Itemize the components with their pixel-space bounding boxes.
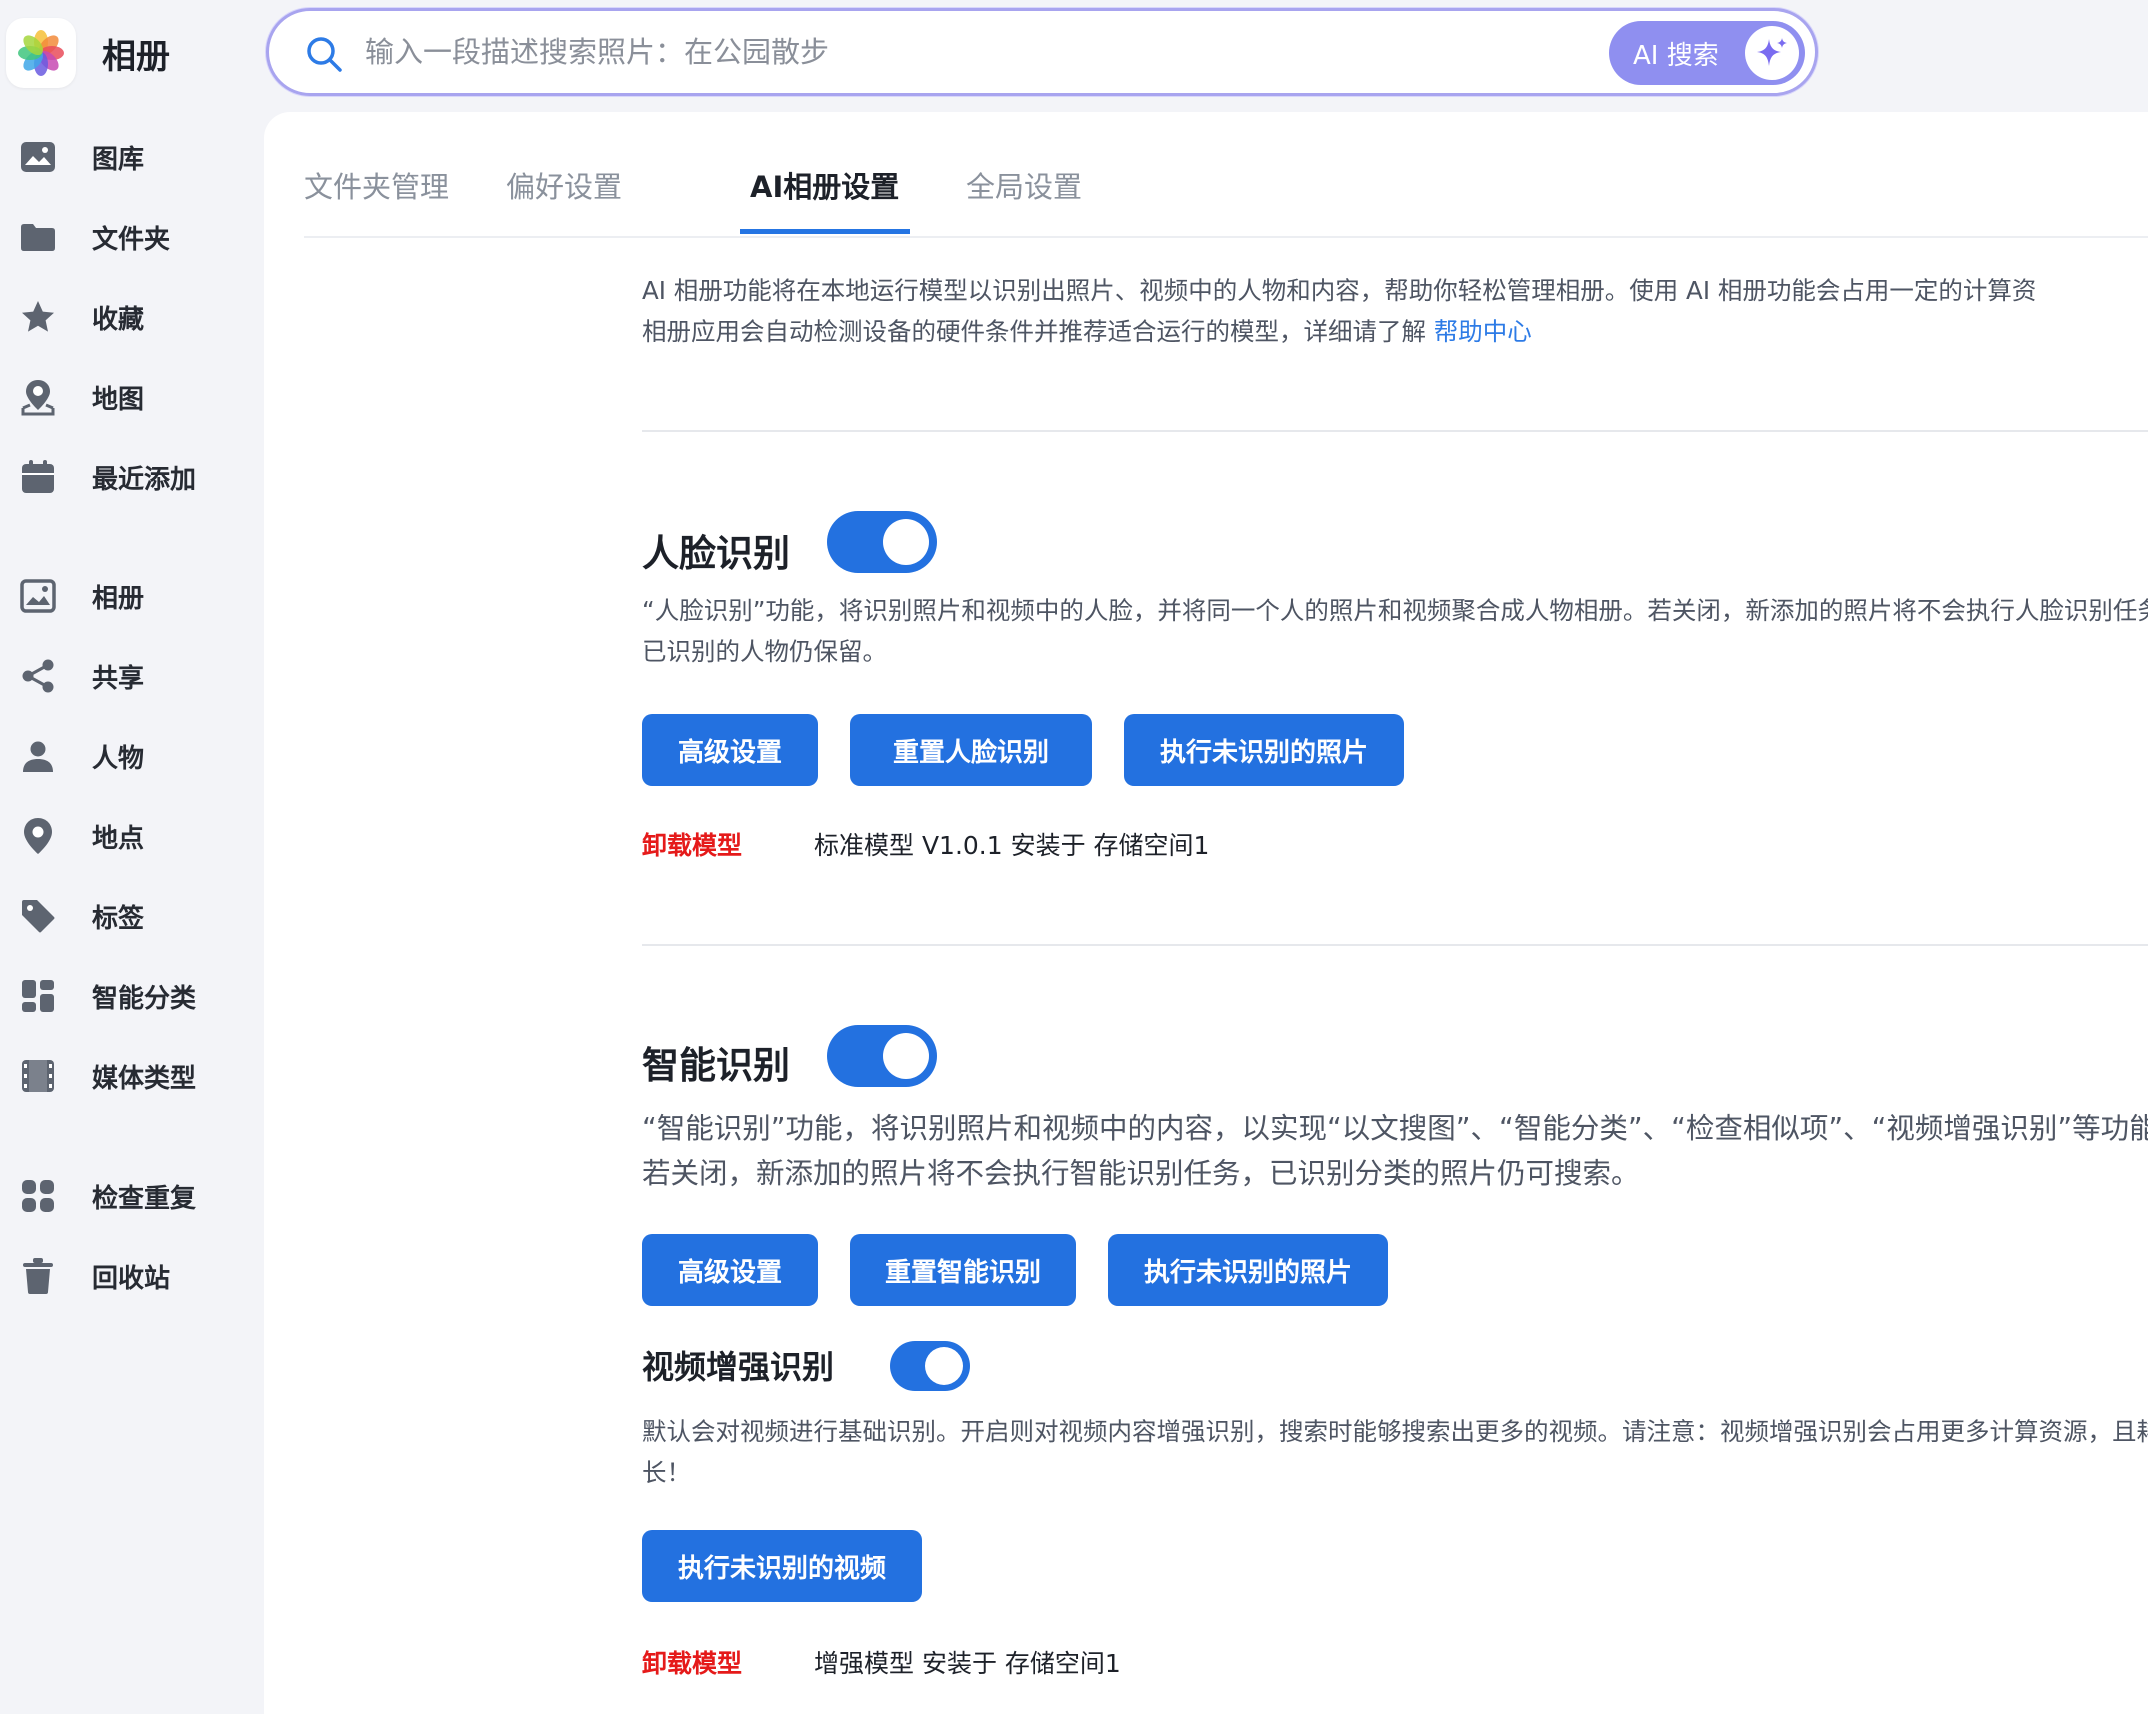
active-tab-indicator [740,229,910,234]
film-icon [18,1056,58,1096]
sidebar-item-duplicates[interactable]: 检查重复 [18,1166,248,1226]
sidebar-item-label: 文件夹 [92,224,171,255]
album-icon [18,576,58,616]
sidebar-item-trash[interactable]: 回收站 [18,1246,248,1306]
smart-recognition-toggle[interactable] [827,1025,937,1087]
duplicate-icon [18,1176,58,1216]
sidebar-item-label: 最近添加 [92,464,197,495]
video-unload-model-link[interactable]: 卸载模型 [642,1649,742,1678]
folder-icon [18,217,58,257]
sidebar-item-gallery[interactable]: 图库 [18,127,248,187]
tab-preferences[interactable]: 偏好设置 [506,164,622,234]
sidebar-item-label: 地图 [92,384,145,415]
section-divider [642,430,2148,432]
sidebar-item-people[interactable]: 人物 [18,726,248,786]
face-recognition-title: 人脸识别 [642,532,790,575]
sidebar-item-tags[interactable]: 标签 [18,886,248,946]
tab-global-settings[interactable]: 全局设置 [966,164,1082,234]
search-input[interactable] [365,25,1565,79]
run-unrecognized-videos-button[interactable]: 执行未识别的视频 [642,1530,922,1602]
sidebar-item-share[interactable]: 共享 [18,646,248,706]
trash-icon [18,1256,58,1296]
grid-icon [18,976,58,1016]
face-model-row: 卸载模型 标准模型 V1.0.1 安装于 存储空间1 [642,826,1209,862]
person-icon [18,736,58,776]
sidebar-item-smart-category[interactable]: 智能分类 [18,966,248,1026]
smart-recognition-title: 智能识别 [642,1044,790,1087]
search-bar: AI 搜索 [266,8,1818,96]
location-pin-icon [18,816,58,856]
video-enhanced-title: 视频增强识别 [642,1348,835,1386]
tab-ai-album-settings[interactable]: AI相册设置 [750,164,899,234]
section-divider [642,944,2148,946]
face-unload-model-link[interactable]: 卸载模型 [642,831,742,860]
video-enhanced-description: 默认会对视频进行基础识别。开启则对视频内容增强识别，搜索时能够搜索出更多的视频。… [642,1417,2148,1487]
map-icon [18,377,58,417]
sidebar: 相册 图库 文件夹 收藏 地图 最近添加 相册 共享 人物 地点 标签 智能分类… [0,0,264,1714]
sidebar-item-label: 回收站 [92,1263,171,1294]
smart-advanced-settings-button[interactable]: 高级设置 [642,1234,818,1306]
tabs-divider [304,236,2148,238]
face-model-info: 标准模型 V1.0.1 安装于 存储空间1 [814,831,1210,860]
brand: 相册 [6,18,170,88]
sidebar-item-media-type[interactable]: 媒体类型 [18,1046,248,1106]
settings-panel: 文件夹管理 偏好设置 AI相册设置 全局设置 AI 相册功能将在本地运行模型以识… [264,112,2148,1714]
sidebar-item-places[interactable]: 地点 [18,806,248,866]
calendar-icon [18,457,58,497]
sidebar-item-label: 人物 [92,743,145,774]
sidebar-item-favorites[interactable]: 收藏 [18,287,248,347]
photos-logo-icon [6,18,76,88]
ai-search-label: AI 搜索 [1633,40,1719,71]
reset-face-recognition-button[interactable]: 重置人脸识别 [850,714,1092,786]
star-icon [18,297,58,337]
sidebar-item-folder[interactable]: 文件夹 [18,207,248,267]
smart-run-unrecognized-photos-button[interactable]: 执行未识别的照片 [1108,1234,1388,1306]
tab-folder-management[interactable]: 文件夹管理 [304,164,449,234]
share-icon [18,656,58,696]
sidebar-item-label: 智能分类 [92,983,197,1014]
face-advanced-settings-button[interactable]: 高级设置 [642,714,818,786]
sidebar-item-label: 相册 [92,583,145,614]
intro-line-1: AI 相册功能将在本地运行模型以识别出照片、视频中的人物和内容，帮助你轻松管理相… [642,276,2037,305]
sidebar-item-label: 地点 [92,823,145,854]
toggle-knob [883,1033,929,1079]
sidebar-item-recent[interactable]: 最近添加 [18,447,248,507]
sidebar-item-map[interactable]: 地图 [18,367,248,427]
sidebar-item-label: 收藏 [92,304,145,335]
sparkle-icon [1745,26,1799,80]
intro-line-2-text: 相册应用会自动检测设备的硬件条件并推荐适合运行的模型，详细请了解 [642,317,1434,346]
face-recognition-description: “人脸识别”功能，将识别照片和视频中的人脸，并将同一个人的照片和视频聚合成人物相… [642,596,2148,666]
help-center-link[interactable]: 帮助中心 [1434,317,1532,346]
sidebar-item-label: 检查重复 [92,1183,197,1214]
intro-text: AI 相册功能将在本地运行模型以识别出照片、视频中的人物和内容，帮助你轻松管理相… [642,270,2148,352]
toggle-knob [925,1347,963,1385]
sidebar-item-label: 媒体类型 [92,1063,197,1094]
gallery-icon [18,137,58,177]
intro-line-2: 相册应用会自动检测设备的硬件条件并推荐适合运行的模型，详细请了解 帮助中心 [642,311,2148,352]
smart-recognition-description: “智能识别”功能，将识别照片和视频中的内容，以实现“以文搜图”、“智能分类”、“… [642,1112,2148,1190]
face-recognition-toggle[interactable] [827,511,937,573]
sidebar-item-label: 共享 [92,663,145,694]
sidebar-item-albums[interactable]: 相册 [18,566,248,626]
video-model-info: 增强模型 安装于 存储空间1 [814,1649,1121,1678]
reset-smart-recognition-button[interactable]: 重置智能识别 [850,1234,1076,1306]
video-model-row: 卸载模型 增强模型 安装于 存储空间1 [642,1644,1121,1680]
app-title: 相册 [102,36,170,77]
face-run-unrecognized-photos-button[interactable]: 执行未识别的照片 [1124,714,1404,786]
ai-search-button[interactable]: AI 搜索 [1609,21,1805,85]
sidebar-item-label: 标签 [92,903,145,934]
tag-icon [18,896,58,936]
search-icon [305,35,343,77]
toggle-knob [883,519,929,565]
sidebar-item-label: 图库 [92,144,145,175]
video-enhanced-toggle[interactable] [890,1341,970,1391]
